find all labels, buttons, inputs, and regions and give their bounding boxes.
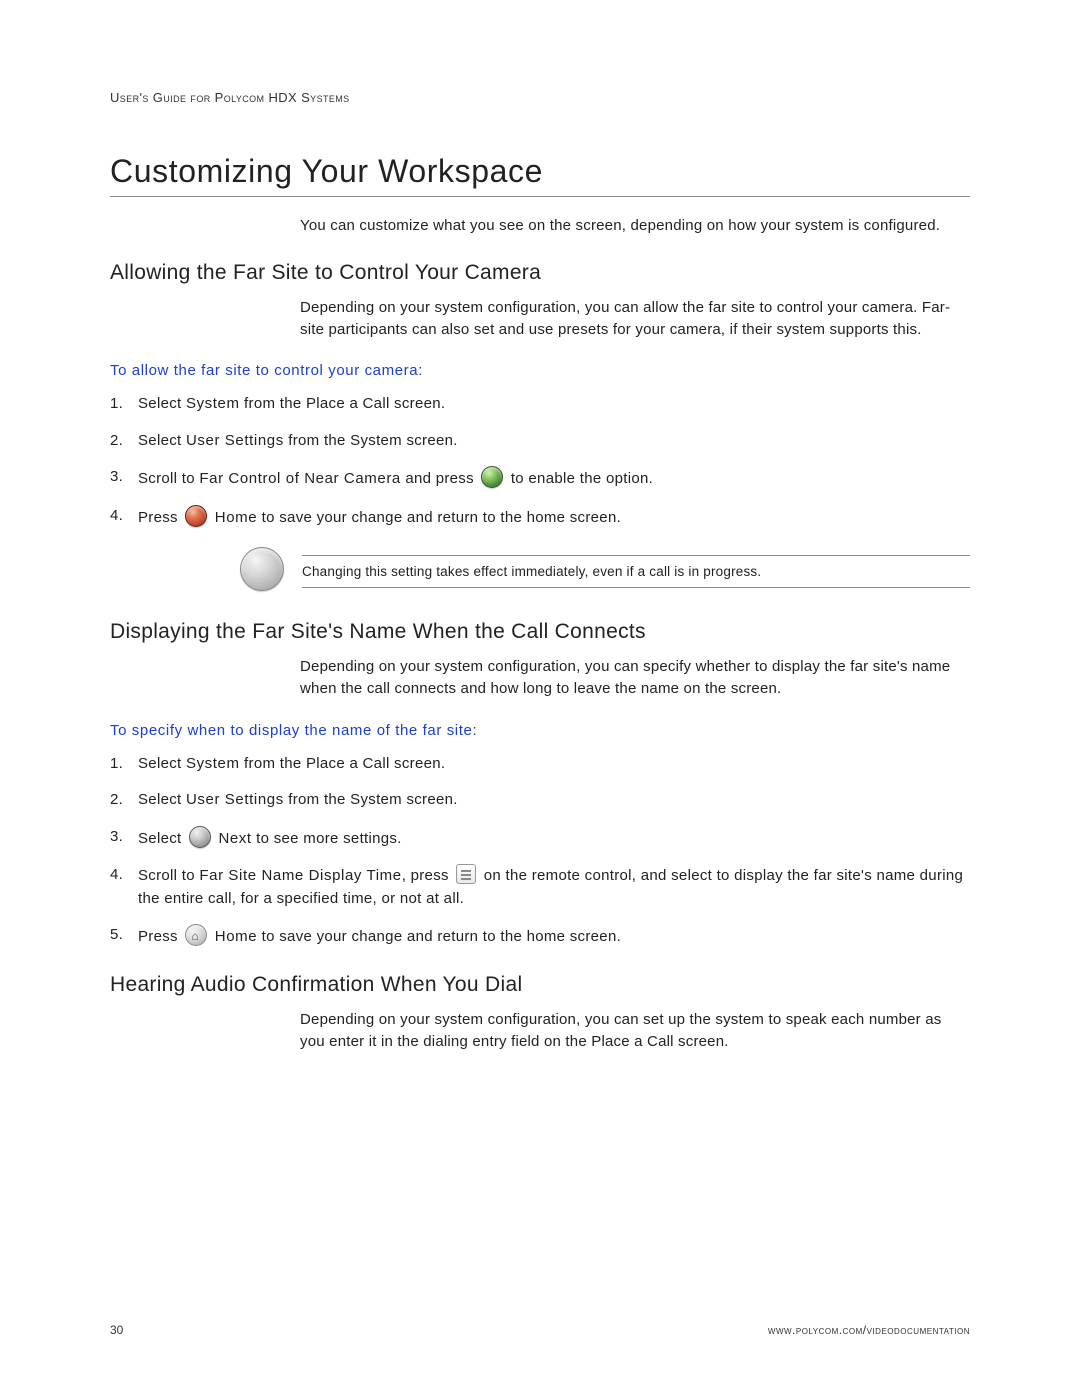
section-2-heading: Displaying the Far Site's Name When the … [110, 620, 970, 644]
step-text: Select [138, 432, 186, 449]
step-text: and press [401, 470, 479, 487]
step-text: Scroll to [138, 867, 199, 884]
list-item: Select Next to see more settings. [110, 826, 970, 851]
section-1-steps: Select System from the Place a Call scre… [110, 393, 970, 529]
note-icon [240, 547, 284, 591]
step-bold: System [186, 755, 240, 772]
footer-url: www.polycom.com/videodocumentation [768, 1323, 970, 1337]
document-page: User's Guide for Polycom HDX Systems Cus… [0, 0, 1080, 1397]
menu-icon [456, 864, 476, 884]
step-text: Select [138, 395, 186, 412]
step-bold: Home [215, 509, 257, 526]
list-item: Scroll to Far Control of Near Camera and… [110, 466, 970, 491]
section-1-task: To allow the far site to control your ca… [110, 362, 970, 379]
page-number: 30 [110, 1323, 123, 1337]
step-bold: Far Site Name Display Time [199, 867, 401, 884]
section-1-heading: Allowing the Far Site to Control Your Ca… [110, 261, 970, 285]
step-text: to save your change and return to the ho… [257, 928, 621, 945]
step-text: , press [402, 867, 454, 884]
step-text: from the System screen. [284, 432, 458, 449]
step-bold: System [186, 395, 240, 412]
home-icon [185, 924, 207, 946]
section-2-steps: Select System from the Place a Call scre… [110, 753, 970, 949]
step-text: to save your change and return to the ho… [257, 509, 621, 526]
step-text: Select [138, 755, 186, 772]
list-item: Press Home to save your change and retur… [110, 924, 970, 949]
step-bold: User Settings [186, 791, 284, 808]
note-text: Changing this setting takes effect immed… [302, 555, 970, 588]
step-text: Scroll to [138, 470, 199, 487]
intro-paragraph: You can customize what you see on the sc… [300, 215, 970, 237]
section-1-paragraph: Depending on your system configuration, … [300, 297, 970, 341]
step-text: Press [138, 928, 182, 945]
note-icon-wrap [240, 547, 286, 596]
step-bold: Home [215, 928, 257, 945]
list-item: Select User Settings from the System scr… [110, 789, 970, 812]
step-text: from the Place a Call screen. [240, 395, 446, 412]
step-text: from the System screen. [284, 791, 458, 808]
enable-icon [481, 466, 503, 488]
step-text: to see more settings. [252, 830, 402, 847]
step-text: Select [138, 791, 186, 808]
list-item: Press Home to save your change and retur… [110, 505, 970, 530]
note-row: Changing this setting takes effect immed… [110, 547, 970, 596]
step-bold: Next [218, 830, 251, 847]
home-icon [185, 505, 207, 527]
section-2-task: To specify when to display the name of t… [110, 722, 970, 739]
running-header: User's Guide for Polycom HDX Systems [110, 90, 970, 105]
step-text: Select [138, 830, 186, 847]
list-item: Select System from the Place a Call scre… [110, 753, 970, 776]
section-3-heading: Hearing Audio Confirmation When You Dial [110, 973, 970, 997]
step-text: to enable the option. [506, 470, 653, 487]
step-bold: Far Control of Near Camera [199, 470, 401, 487]
next-icon [189, 826, 211, 848]
page-footer: 30 www.polycom.com/videodocumentation [110, 1323, 970, 1337]
page-title: Customizing Your Workspace [110, 153, 970, 197]
list-item: Scroll to Far Site Name Display Time, pr… [110, 864, 970, 910]
list-item: Select System from the Place a Call scre… [110, 393, 970, 416]
section-2-paragraph: Depending on your system configuration, … [300, 656, 970, 700]
section-3-paragraph: Depending on your system configuration, … [300, 1009, 970, 1053]
step-bold: User Settings [186, 432, 284, 449]
list-item: Select User Settings from the System scr… [110, 430, 970, 453]
step-text: Press [138, 509, 182, 526]
step-text: from the Place a Call screen. [240, 755, 446, 772]
